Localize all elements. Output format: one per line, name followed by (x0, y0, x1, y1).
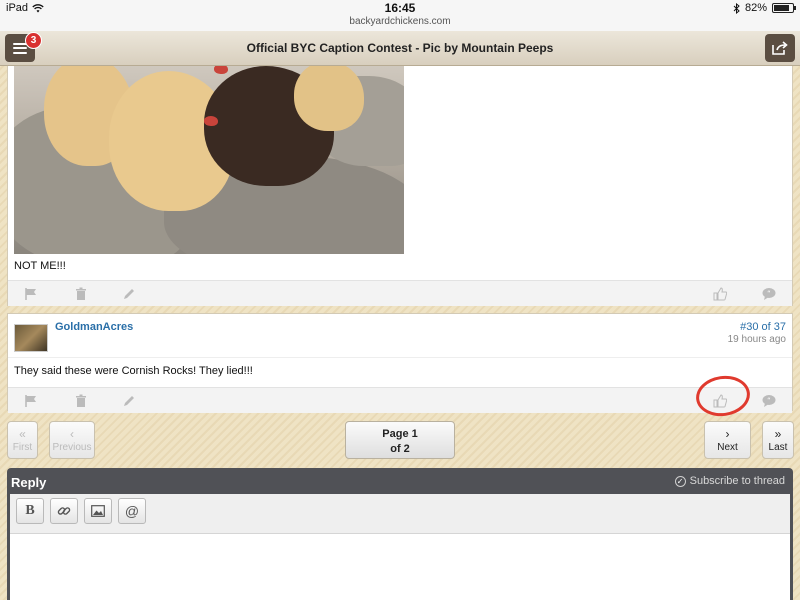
bold-icon: B (25, 503, 35, 518)
svg-text:“: “ (767, 397, 771, 405)
post-divider (8, 357, 792, 358)
next-label: Next (717, 442, 738, 453)
subscribe-label: Subscribe to thread (689, 475, 785, 487)
last-page-button[interactable]: » Last (762, 421, 794, 459)
flag-icon[interactable] (24, 287, 38, 301)
flag-icon[interactable] (24, 394, 38, 408)
double-chevron-right-icon: » (774, 427, 782, 441)
post-body: They said these were Cornish Rocks! They… (14, 365, 253, 377)
reply-editor[interactable] (10, 534, 790, 600)
svg-text:“: “ (767, 290, 771, 298)
post-username[interactable]: GoldmanAcres (55, 321, 133, 333)
reply-panel: Reply ✓ Subscribe to thread B @ (7, 468, 793, 600)
link-button[interactable] (50, 498, 78, 524)
avatar[interactable] (14, 324, 48, 352)
ios-status-bar: iPad 16:45 backyardchickens.com 82% (0, 0, 800, 31)
image-icon (91, 505, 105, 517)
at-icon: @ (124, 503, 140, 519)
mention-button[interactable]: @ (118, 498, 146, 524)
post-body: NOT ME!!! (14, 260, 66, 272)
quote-icon[interactable]: “ (762, 394, 776, 408)
trash-icon[interactable] (74, 287, 88, 301)
link-icon (57, 507, 71, 515)
post: NOT ME!!! “ (7, 66, 793, 306)
reply-title: Reply (11, 475, 47, 490)
quote-icon[interactable]: “ (762, 287, 776, 301)
status-time: 16:45 (384, 1, 416, 15)
title-bar: 3 Official BYC Caption Contest - Pic by … (0, 31, 800, 66)
post-photo (14, 66, 404, 254)
post-number-link[interactable]: #30 of 37 (740, 321, 786, 333)
page-current: Page 1 (382, 428, 418, 440)
battery-fill (774, 5, 789, 11)
share-icon (772, 41, 788, 55)
photo-hen-comb (214, 66, 228, 74)
share-button[interactable] (765, 34, 795, 62)
pencil-icon[interactable] (122, 394, 136, 408)
subscribe-toggle[interactable]: ✓ Subscribe to thread (674, 475, 785, 487)
pencil-icon[interactable] (122, 287, 136, 301)
editor-toolbar: B @ (10, 494, 790, 534)
page-indicator-button[interactable]: Page 1 of 2 (345, 421, 455, 459)
chevron-right-icon: › (725, 427, 730, 441)
thumbs-up-icon[interactable] (713, 287, 727, 301)
first-label: First (12, 442, 33, 453)
bold-button[interactable]: B (16, 498, 44, 524)
address-url[interactable]: backyardchickens.com (0, 16, 800, 27)
post-timestamp: 19 hours ago (727, 334, 786, 345)
post: GoldmanAcres #30 of 37 19 hours ago They… (7, 313, 793, 420)
next-page-button[interactable]: › Next (704, 421, 751, 459)
last-label: Last (768, 442, 788, 453)
post-action-bar: “ (8, 280, 792, 306)
image-button[interactable] (84, 498, 112, 524)
trash-icon[interactable] (74, 394, 88, 408)
bluetooth-icon (733, 2, 740, 14)
status-right: 82% (733, 2, 796, 14)
chevron-left-icon: ‹ (70, 427, 74, 441)
previous-label: Previous (52, 442, 92, 453)
photo-hen-comb (204, 116, 218, 126)
page-total: of 2 (390, 443, 410, 455)
photo-hen (294, 66, 364, 131)
first-page-button[interactable]: « First (7, 421, 38, 459)
battery-icon (772, 3, 796, 13)
post-action-bar: “ (8, 387, 792, 413)
thread-title: Official BYC Caption Contest - Pic by Mo… (246, 41, 554, 55)
previous-page-button[interactable]: ‹ Previous (49, 421, 95, 459)
double-chevron-left-icon: « (19, 427, 26, 441)
checkmark-icon: ✓ (674, 475, 686, 487)
battery-percent: 82% (744, 2, 767, 14)
